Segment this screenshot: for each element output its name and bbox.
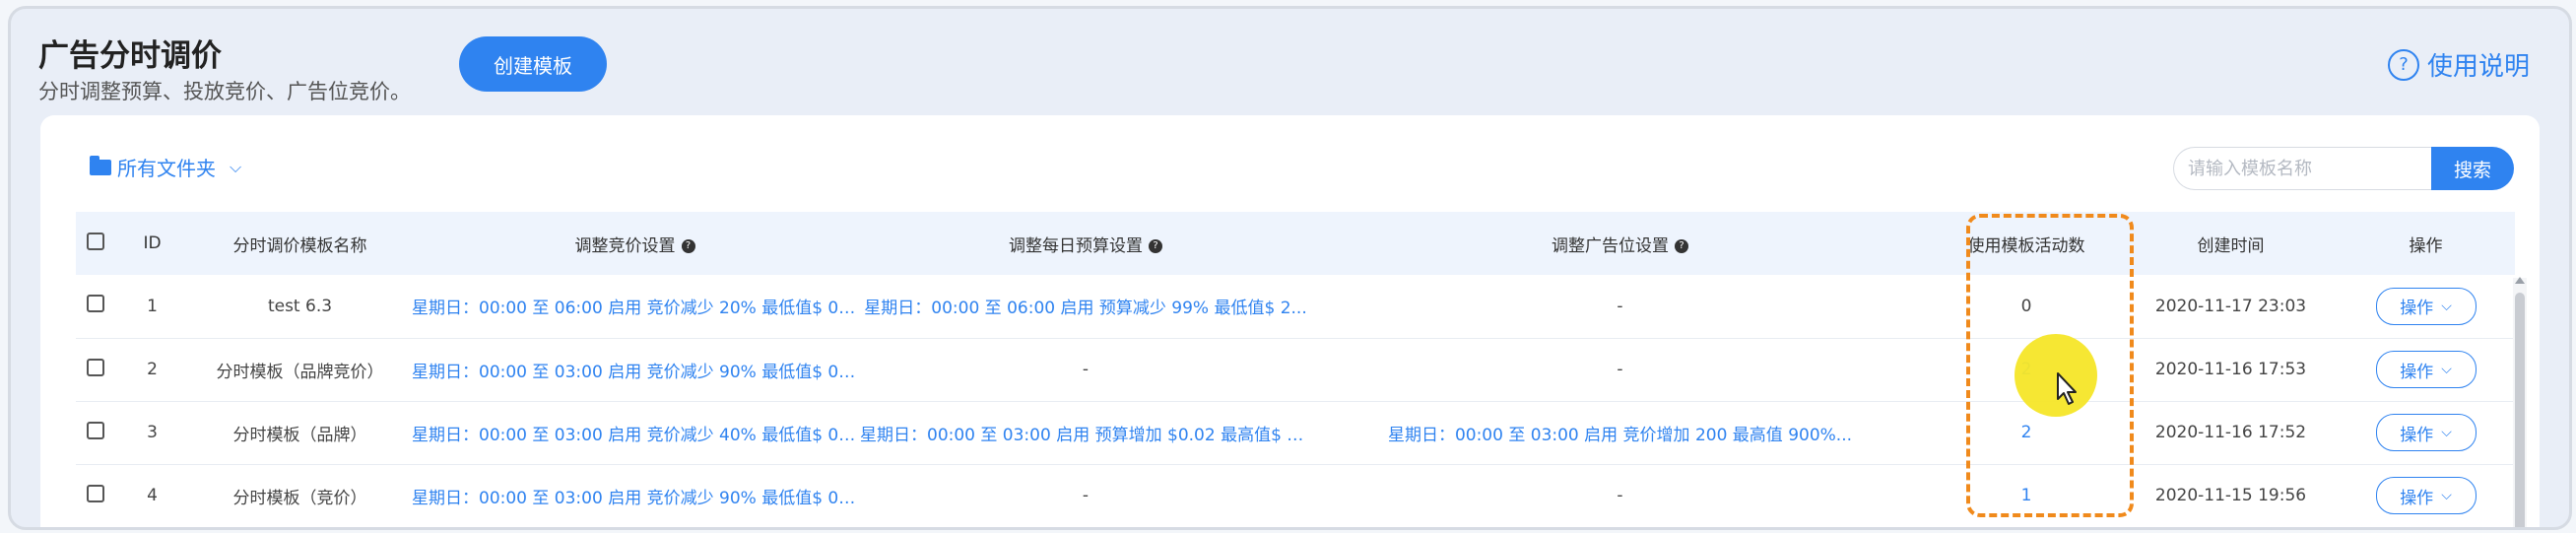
cell-actions: 操作 ⌵ xyxy=(2337,338,2515,401)
checkbox-icon[interactable] xyxy=(87,358,104,376)
help-icon[interactable]: ? xyxy=(681,238,695,253)
help-link[interactable]: ? 使用说明 xyxy=(2387,46,2530,83)
cell-placement: - xyxy=(1617,296,1623,316)
cell-name: 分时模板（品牌） xyxy=(232,425,367,445)
folder-label: 所有文件夹 xyxy=(117,157,216,180)
cell-created: 2020-11-16 17:53 xyxy=(2154,360,2307,379)
row-checkbox[interactable] xyxy=(76,464,115,527)
chevron-down-icon: ⌵ xyxy=(230,157,242,176)
table-row: 4 分时模板（竞价） 星期日：00:00 至 03:00 启用 竞价减少 90%… xyxy=(76,464,2515,527)
checkbox-icon[interactable] xyxy=(87,232,104,250)
checkbox-icon[interactable] xyxy=(87,484,104,502)
help-label: 使用说明 xyxy=(2426,52,2530,82)
search-input[interactable] xyxy=(2173,147,2431,190)
cell-created: 2020-11-16 17:52 xyxy=(2154,423,2307,442)
create-template-button[interactable]: 创建模板 xyxy=(459,36,607,92)
header-placement: 调整广告位设置? xyxy=(1312,212,1928,275)
cell-budget[interactable]: 星期日：00:00 至 03:00 启用 预算增加 $0.02 最高值$ 1.5… xyxy=(859,401,1312,464)
cell-name: 分时模板（品牌竞价） xyxy=(216,362,384,382)
chevron-down-icon: ⌵ xyxy=(2441,488,2452,503)
header-actions: 操作 xyxy=(2409,235,2443,256)
cell-name: test 6.3 xyxy=(267,296,333,316)
scroll-up-arrow-icon[interactable] xyxy=(2515,277,2525,284)
row-checkbox[interactable] xyxy=(76,338,115,401)
actions-button[interactable]: 操作 ⌵ xyxy=(2375,414,2477,451)
table-row: 3 分时模板（品牌） 星期日：00:00 至 03:00 启用 竞价减少 40%… xyxy=(76,401,2515,464)
table-header-row: ID 分时调价模板名称 调整竞价设置? 调整每日预算设置? 调整广告位设置? 使… xyxy=(76,212,2515,275)
cell-placement: - xyxy=(1617,360,1623,379)
header-select-all[interactable] xyxy=(76,212,115,275)
row-checkbox[interactable] xyxy=(76,275,115,338)
cell-bid[interactable]: 星期日：00:00 至 06:00 启用 竞价减少 20% 最低值$ 0.3..… xyxy=(411,275,859,338)
cell-budget: - xyxy=(1082,360,1090,379)
chevron-down-icon: ⌵ xyxy=(2441,425,2452,440)
table-row: 1 test 6.3 星期日：00:00 至 06:00 启用 竞价减少 20%… xyxy=(76,275,2515,338)
header-bid: 调整竞价设置? xyxy=(411,212,859,275)
cell-created: 2020-11-17 23:03 xyxy=(2154,296,2307,316)
checkbox-icon[interactable] xyxy=(87,295,104,313)
template-card: 所有文件夹 ⌵ 搜索 ID 分时调价模板名称 调整竞价设置? 调整每日预算设置?… xyxy=(40,115,2540,527)
cell-name: 分时模板（竞价） xyxy=(232,488,367,508)
app-frame: 广告分时调价 分时调整预算、投放竞价、广告位竞价。 创建模板 ? 使用说明 所有… xyxy=(8,6,2572,530)
row-checkbox[interactable] xyxy=(76,401,115,464)
cell-actions: 操作 ⌵ xyxy=(2337,401,2515,464)
chevron-down-icon: ⌵ xyxy=(2441,298,2452,314)
folder-icon xyxy=(90,155,111,175)
cell-id: 4 xyxy=(147,486,158,505)
cell-id: 3 xyxy=(147,423,158,442)
checkbox-icon[interactable] xyxy=(87,421,104,439)
cell-placement[interactable]: 星期日：00:00 至 03:00 启用 竞价增加 200 最高值 900%..… xyxy=(1312,401,1928,464)
actions-button[interactable]: 操作 ⌵ xyxy=(2375,351,2477,388)
cell-id: 2 xyxy=(147,360,158,379)
cell-id: 1 xyxy=(147,296,158,316)
header-id: ID xyxy=(143,233,162,253)
header-created: 创建时间 xyxy=(2197,235,2265,256)
actions-button[interactable]: 操作 ⌵ xyxy=(2375,287,2477,325)
help-icon[interactable]: ? xyxy=(1675,238,1688,253)
cell-bid[interactable]: 星期日：00:00 至 03:00 启用 竞价减少 90% 最低值$ 0.1..… xyxy=(411,338,859,401)
scrollbar-thumb[interactable] xyxy=(2515,293,2525,527)
question-circle-icon: ? xyxy=(2387,48,2419,81)
cell-budget: - xyxy=(1082,486,1090,505)
help-icon[interactable]: ? xyxy=(1149,238,1162,253)
cell-actions: 操作 ⌵ xyxy=(2337,275,2515,338)
table-row: 2 分时模板（品牌竞价） 星期日：00:00 至 03:00 启用 竞价减少 9… xyxy=(76,338,2515,401)
header-name: 分时调价模板名称 xyxy=(232,235,367,256)
cell-bid[interactable]: 星期日：00:00 至 03:00 启用 竞价减少 40% 最低值$ 0.1..… xyxy=(411,401,859,464)
chevron-down-icon: ⌵ xyxy=(2441,362,2452,377)
cell-bid[interactable]: 星期日：00:00 至 03:00 启用 竞价减少 90% 最低值$ 0.02.… xyxy=(411,464,859,527)
template-table: ID 分时调价模板名称 调整竞价设置? 调整每日预算设置? 调整广告位设置? 使… xyxy=(76,212,2515,527)
cell-actions: 操作 ⌵ xyxy=(2337,464,2515,527)
page-title: 广告分时调价 xyxy=(38,38,222,74)
annotation-highlight-box xyxy=(1966,214,2134,517)
cell-budget[interactable]: 星期日：00:00 至 06:00 启用 预算减少 99% 最低值$ 2... xyxy=(859,275,1312,338)
mouse-cursor-icon xyxy=(2057,372,2077,405)
search-button[interactable]: 搜索 xyxy=(2431,147,2514,190)
cell-placement: - xyxy=(1617,486,1623,505)
page-subtitle: 分时调整预算、投放竞价、广告位竞价。 xyxy=(38,80,411,103)
cell-created: 2020-11-15 19:56 xyxy=(2154,486,2307,505)
folder-dropdown[interactable]: 所有文件夹 ⌵ xyxy=(90,153,241,181)
actions-button[interactable]: 操作 ⌵ xyxy=(2375,477,2477,514)
header-budget: 调整每日预算设置? xyxy=(859,212,1312,275)
